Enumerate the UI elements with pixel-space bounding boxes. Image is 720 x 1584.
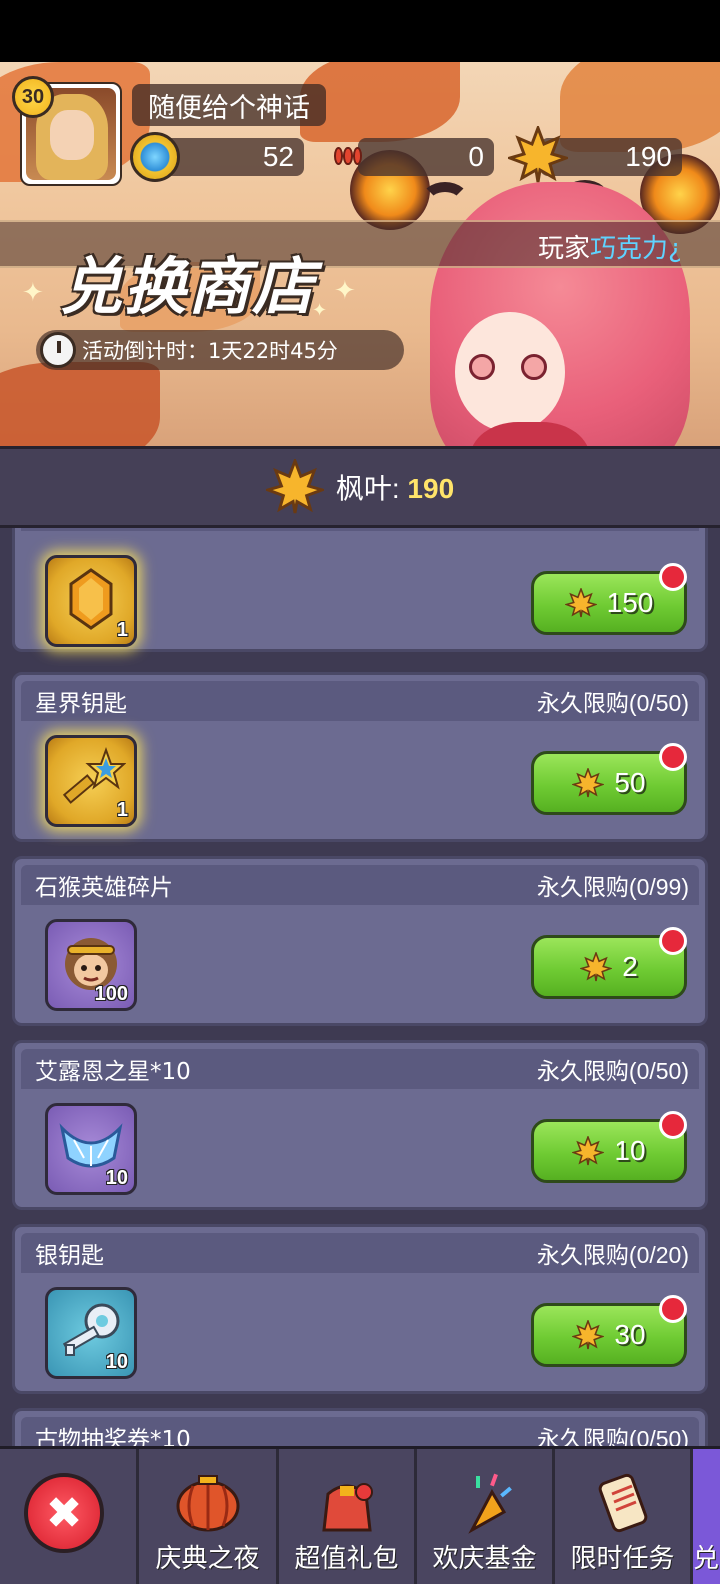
sparkle-icon: ✦ bbox=[22, 278, 44, 308]
item-name: 星界钥匙 bbox=[35, 691, 127, 717]
tab-limited-tasks[interactable]: 限时任务 bbox=[552, 1449, 690, 1584]
maple-leaf-icon bbox=[572, 1136, 605, 1166]
tab-celebration-night[interactable]: 庆典之夜 bbox=[136, 1449, 276, 1584]
shop-item-card: 银钥匙 永久限购(0/20) 10 30 bbox=[12, 1224, 708, 1394]
candy-count: 0 bbox=[468, 141, 484, 172]
gem-icon bbox=[130, 132, 180, 182]
item-name: 银钥匙 bbox=[35, 1243, 104, 1269]
character-face bbox=[455, 312, 565, 432]
card-header: 银钥匙 永久限购(0/20) bbox=[21, 1233, 699, 1273]
shop-item-card: 1 150 bbox=[12, 528, 708, 652]
autumn-leaves-decoration bbox=[0, 362, 160, 446]
item-quantity: 1 bbox=[116, 619, 128, 641]
gem-count: 52 bbox=[262, 141, 294, 172]
item-name: 石猴英雄碎片 bbox=[35, 875, 173, 901]
sparkle-icon: ✦ bbox=[334, 276, 356, 306]
currency-strip: 枫叶: 190 bbox=[0, 446, 720, 528]
tab-label: 庆典之夜 bbox=[155, 1544, 260, 1574]
maple-leaf-icon bbox=[572, 1320, 605, 1350]
close-button[interactable]: ✖ bbox=[24, 1473, 104, 1553]
scrolling-notice-text: 玩家巧克力¿ bbox=[538, 234, 682, 264]
notification-dot bbox=[659, 743, 687, 771]
clock-icon bbox=[40, 332, 76, 368]
character-eye bbox=[469, 354, 495, 380]
price-label: 150 bbox=[606, 587, 654, 618]
tab-label: 限时任务 bbox=[570, 1544, 675, 1574]
item-slot[interactable]: 10 bbox=[45, 1103, 137, 1195]
maple-leaf-icon bbox=[265, 459, 324, 514]
price-label: 30 bbox=[614, 1319, 646, 1350]
notification-dot bbox=[659, 563, 687, 591]
status-bar bbox=[0, 0, 720, 62]
item-quantity: 10 bbox=[105, 1167, 128, 1189]
purchase-limit: 永久限购(0/50) bbox=[536, 690, 689, 716]
star-key-icon bbox=[56, 744, 127, 818]
event-countdown: 活动倒计时：1天22时45分 bbox=[36, 330, 404, 370]
card-header bbox=[21, 528, 699, 531]
card-header: 星界钥匙 永久限购(0/50) bbox=[21, 681, 699, 721]
horn-decoration bbox=[420, 182, 470, 222]
notification-dot bbox=[659, 1111, 687, 1139]
purchase-limit: 永久限购(0/50) bbox=[536, 1058, 689, 1084]
item-quantity: 100 bbox=[94, 983, 128, 1005]
item-name: 艾露恩之星*10 bbox=[35, 1059, 191, 1085]
maple-leaf-icon bbox=[572, 768, 605, 798]
avatar-face bbox=[50, 110, 94, 160]
player-name: 随便给个神话 bbox=[132, 84, 326, 126]
party-popper-icon bbox=[452, 1472, 518, 1534]
notification-dot bbox=[659, 1295, 687, 1323]
gift-bag-icon bbox=[314, 1472, 380, 1534]
shop-item-card: 艾露恩之星*10 永久限购(0/50) 10 10 bbox=[12, 1040, 708, 1210]
item-quantity: 1 bbox=[116, 799, 128, 821]
tab-label: 超值礼包 bbox=[294, 1544, 399, 1574]
close-icon: ✖ bbox=[45, 1487, 83, 1539]
tab-label: 兑 bbox=[693, 1544, 720, 1574]
character-eye bbox=[521, 354, 547, 380]
countdown-text: 活动倒计时：1天22时45分 bbox=[82, 339, 338, 363]
shop-item-list[interactable]: 1 150 星界钥匙 永久限购(0/50) 1 50 石猴英雄碎片 永久限购(0… bbox=[0, 528, 720, 1458]
item-slot[interactable]: 100 bbox=[45, 919, 137, 1011]
maple-leaf-icon bbox=[508, 126, 568, 184]
purchase-limit: 永久限购(0/99) bbox=[536, 874, 689, 900]
bottom-nav: ✖ 庆典之夜 超值礼包 欢庆基金 限时任务 兑 bbox=[0, 1446, 720, 1584]
lantern-icon bbox=[175, 1472, 241, 1534]
scroll-icon bbox=[590, 1472, 656, 1534]
level-badge: 30 bbox=[12, 76, 54, 118]
tab-value-packs[interactable]: 超值礼包 bbox=[276, 1449, 414, 1584]
price-label: 50 bbox=[614, 767, 646, 798]
item-slot[interactable]: 1 bbox=[45, 735, 137, 827]
sparkle-icon: ✦ bbox=[312, 300, 328, 321]
currency-display: 枫叶: 190 bbox=[335, 473, 455, 504]
tab-celebration-fund[interactable]: 欢庆基金 bbox=[414, 1449, 552, 1584]
maple-leaf-icon bbox=[564, 588, 597, 618]
price-label: 2 bbox=[622, 951, 638, 982]
card-header: 艾露恩之星*10 永久限购(0/50) bbox=[21, 1049, 699, 1089]
candy-counter: 0 bbox=[358, 138, 494, 176]
item-quantity: 10 bbox=[105, 1351, 128, 1373]
shop-item-card: 石猴英雄碎片 永久限购(0/99) 100 2 bbox=[12, 856, 708, 1026]
shop-item-card: 星界钥匙 永久限购(0/50) 1 50 bbox=[12, 672, 708, 842]
card-header: 石猴英雄碎片 永久限购(0/99) bbox=[21, 865, 699, 905]
item-slot[interactable]: 1 bbox=[45, 555, 137, 647]
candied-haws-icon bbox=[334, 124, 362, 184]
amber-gem-icon bbox=[67, 568, 115, 634]
notification-dot bbox=[659, 927, 687, 955]
maple-leaf-icon bbox=[580, 952, 613, 982]
tab-exchange[interactable]: 兑 bbox=[690, 1449, 720, 1584]
maple-count: 190 bbox=[625, 141, 672, 172]
price-label: 10 bbox=[614, 1135, 646, 1166]
item-slot[interactable]: 10 bbox=[45, 1287, 137, 1379]
purchase-limit: 永久限购(0/20) bbox=[536, 1242, 689, 1268]
gem-counter: 52 bbox=[160, 138, 304, 176]
tab-label: 欢庆基金 bbox=[432, 1544, 537, 1574]
shop-title: 兑换商店 bbox=[60, 250, 317, 323]
